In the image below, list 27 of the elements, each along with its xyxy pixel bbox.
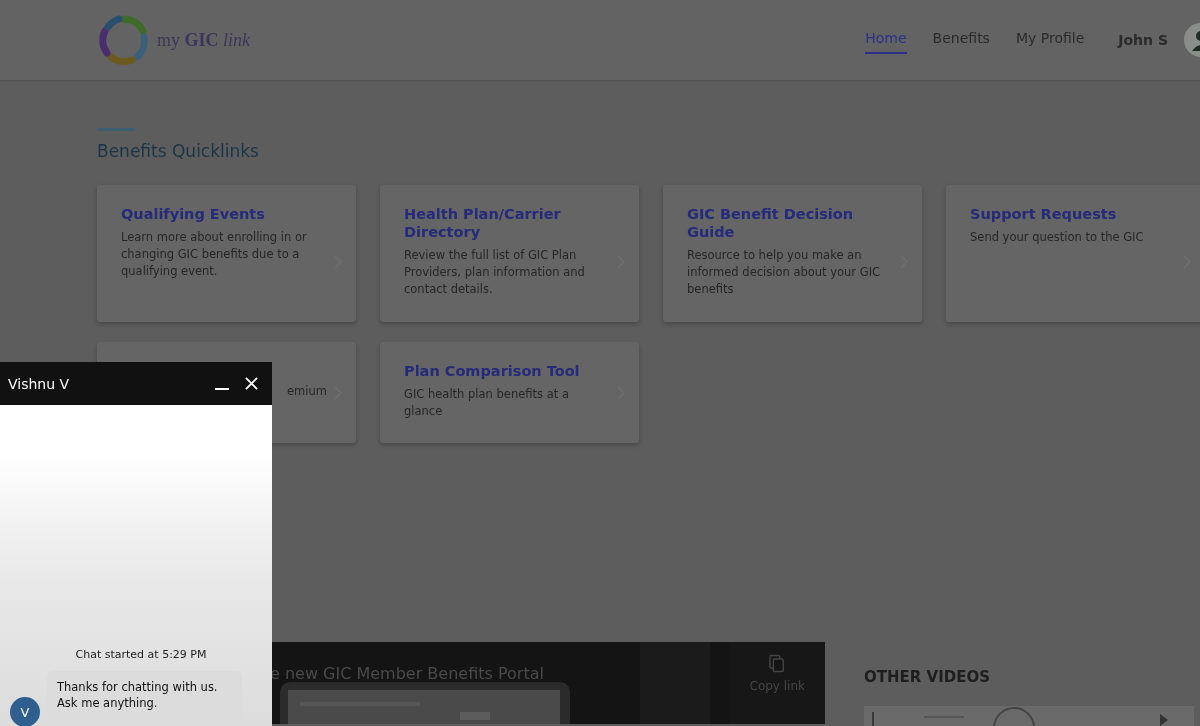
nav-link[interactable]: Benefits xyxy=(932,26,990,54)
card-title: Plan Comparison Tool xyxy=(404,362,581,380)
chat-timestamp: Chat started at 5:29 PM xyxy=(75,648,207,661)
chat-title: Vishnu V xyxy=(8,375,70,392)
user-name[interactable]: John S xyxy=(1118,32,1168,48)
logo-icon xyxy=(97,13,151,67)
quicklink-card[interactable]: GIC Benefit Decision Guide Resource to help you make an informed decision about your GIC benefits xyxy=(663,185,922,322)
close-icon[interactable] xyxy=(245,377,258,390)
card-description: Send your question to the GIC xyxy=(970,229,1145,246)
copy-icon xyxy=(769,654,786,673)
nav-link[interactable]: My Profile xyxy=(1015,26,1085,54)
card-description: Review the full list of GIC Plan Providers, plan information and contact details. xyxy=(404,247,586,298)
agent-avatar: V xyxy=(10,697,40,726)
quicklink-card[interactable]: Health Plan/Carrier Directory Review the full list of GIC Plan Providers, plan information and contact details. xyxy=(380,185,639,322)
card-description: Learn more about enrolling in or changing GIC benefits due to a qualifying event. xyxy=(121,229,308,280)
section-title: Benefits Quicklinks xyxy=(97,141,260,161)
card-title: Health Plan/Carrier Directory xyxy=(404,205,562,241)
card-title: GIC Benefit Decision Guide xyxy=(687,205,855,241)
quicklink-card[interactable]: Qualifying Events Learn more about enrolling in or changing GIC benefits due to a qualifying event. xyxy=(97,185,356,322)
quicklink-card[interactable]: Support Requests Send your question to the GIC xyxy=(946,185,1200,322)
card-title: Qualifying Events xyxy=(121,205,266,223)
card-title: Support Requests xyxy=(970,205,1118,223)
quicklink-card[interactable]: Plan Comparison Tool GIC health plan benefits at a glance xyxy=(380,342,639,443)
card-description: Resource to help you make an informed decision about your GIC benefits xyxy=(687,247,882,298)
other-videos-heading: OTHER VIDEOS xyxy=(864,668,991,686)
card-description: GIC health plan benefits at a glance xyxy=(404,386,570,420)
card-description: emium xyxy=(287,383,328,400)
